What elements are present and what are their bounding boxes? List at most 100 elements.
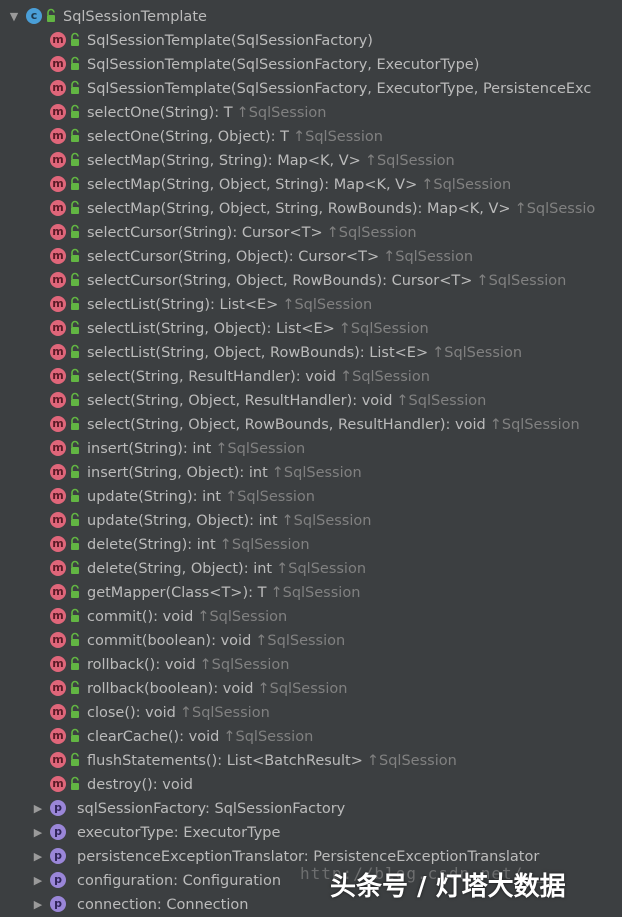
tree-item-method[interactable]: m selectMap(String, Object, String): Map<…	[0, 173, 622, 197]
inherited-from: ↑SqlSession	[281, 513, 372, 529]
public-lock-icon	[69, 704, 81, 720]
property-signature: configuration: Configuration	[77, 873, 282, 889]
tree-item-method[interactable]: m selectOne(String, Object): T ↑SqlSession	[0, 125, 622, 149]
expand-arrow-icon[interactable]: ▶	[30, 869, 46, 893]
tree-item-method[interactable]: m selectCursor(String): Cursor<T> ↑SqlSess…	[0, 221, 622, 245]
inherited-from: ↑SqlSession	[293, 129, 383, 145]
tree-item-method[interactable]: m select(String, Object, ResultHandler): …	[0, 389, 622, 413]
method-signature: update(String, Object): int	[87, 513, 278, 529]
public-lock-icon	[69, 368, 81, 384]
tree-item-method[interactable]: m update(String): int ↑SqlSession	[0, 485, 622, 509]
tree-item-method[interactable]: m selectCursor(String, Object): Cursor<T>…	[0, 245, 622, 269]
tree-item-method[interactable]: m rollback(): void ↑SqlSession	[0, 653, 622, 677]
method-signature: selectList(String): List<E>	[87, 297, 279, 313]
property-signature: sqlSessionFactory: SqlSessionFactory	[77, 801, 346, 817]
expand-arrow-icon[interactable]: ▶	[30, 821, 46, 845]
method-signature: getMapper(Class<T>): T	[87, 585, 267, 601]
tree-item-property[interactable]: ▶ p sqlSessionFactory: SqlSessionFactory	[0, 797, 622, 821]
structure-tree: ▼ c SqlSessionTemplate m SqlSessionTemplate…	[0, 5, 622, 917]
inherited-from: ↑SqlSession	[338, 321, 429, 337]
tree-item-method[interactable]: m delete(String): int ↑SqlSession	[0, 533, 622, 557]
method-icon: m	[50, 584, 66, 600]
tree-item-method[interactable]: m selectList(String): List<E> ↑SqlSession	[0, 293, 622, 317]
method-signature: SqlSessionTemplate(SqlSessionFactory)	[87, 33, 373, 49]
tree-item-method[interactable]: m close(): void ↑SqlSession	[0, 701, 622, 725]
tree-root-class[interactable]: ▼ c SqlSessionTemplate	[0, 5, 622, 29]
property-icon: p	[50, 896, 66, 912]
tree-item-method[interactable]: m rollback(boolean): void ↑SqlSession	[0, 677, 622, 701]
method-icon: m	[50, 392, 66, 408]
method-signature: selectOne(String): T	[87, 105, 233, 121]
tree-item-method[interactable]: m selectList(String, Object): List<E> ↑Sql…	[0, 317, 622, 341]
property-signature: executorType: ExecutorType	[77, 825, 281, 841]
method-icon: m	[50, 416, 66, 432]
brand-watermark: 头条号 / 灯塔大数据	[330, 872, 566, 902]
tree-item-method[interactable]: m SqlSessionTemplate(SqlSessionFactory, E…	[0, 77, 622, 101]
tree-item-method[interactable]: m commit(boolean): void ↑SqlSession	[0, 629, 622, 653]
public-lock-icon	[69, 32, 81, 48]
tree-item-method[interactable]: m insert(String): int ↑SqlSession	[0, 437, 622, 461]
inherited-from: ↑SqlSession	[215, 441, 306, 457]
inherited-from: ↑SqlSession	[339, 369, 430, 385]
public-lock-icon	[69, 752, 81, 768]
tree-item-method[interactable]: m delete(String, Object): int ↑SqlSession	[0, 557, 622, 581]
inherited-from: ↑SqlSession	[225, 489, 315, 505]
tree-item-method[interactable]: m SqlSessionTemplate(SqlSessionFactory, E…	[0, 53, 622, 77]
tree-item-method[interactable]: m flushStatements(): List<BatchResult> ↑Sq…	[0, 749, 622, 773]
expand-arrow-icon[interactable]: ▶	[30, 797, 46, 821]
tree-item-method[interactable]: m selectList(String, Object, RowBounds): …	[0, 341, 622, 365]
method-icon: m	[50, 728, 66, 744]
method-icon: m	[50, 464, 66, 480]
method-icon: m	[50, 560, 66, 576]
tree-item-method[interactable]: m insert(String, Object): int ↑SqlSession	[0, 461, 622, 485]
property-icon: p	[50, 872, 66, 888]
expand-arrow-icon[interactable]: ▼	[6, 5, 22, 29]
public-lock-icon	[69, 320, 81, 336]
inherited-from: ↑SqlSession	[270, 585, 361, 601]
property-signature: connection: Connection	[77, 897, 249, 913]
expand-arrow-icon[interactable]: ▶	[30, 893, 46, 917]
tree-item-method[interactable]: m getMapper(Class<T>): T ↑SqlSession	[0, 581, 622, 605]
method-icon: m	[50, 272, 66, 288]
inherited-from: ↑SqlSession	[282, 297, 373, 313]
tree-item-method[interactable]: m selectCursor(String, Object, RowBounds)…	[0, 269, 622, 293]
tree-item-method[interactable]: m selectOne(String): T ↑SqlSession	[0, 101, 622, 125]
method-signature: clearCache(): void	[87, 729, 220, 745]
public-lock-icon	[69, 416, 81, 432]
tree-item-method[interactable]: m select(String, Object, RowBounds, Resul…	[0, 413, 622, 437]
public-lock-icon	[69, 224, 81, 240]
method-signature: flushStatements(): List<BatchResult>	[87, 753, 363, 769]
property-signature: persistenceExceptionTranslator: Persiste…	[77, 849, 540, 865]
tree-item-method[interactable]: m selectMap(String, Object, String, RowBo…	[0, 197, 622, 221]
method-signature: selectMap(String, String): Map<K, V>	[87, 153, 361, 169]
method-icon: m	[50, 536, 66, 552]
public-lock-icon	[69, 80, 81, 96]
tree-item-method[interactable]: m SqlSessionTemplate(SqlSessionFactory)	[0, 29, 622, 53]
method-icon: m	[50, 680, 66, 696]
public-lock-icon	[69, 536, 81, 552]
public-lock-icon	[69, 560, 81, 576]
method-icon: m	[50, 224, 66, 240]
expand-arrow-icon[interactable]: ▶	[30, 845, 46, 869]
public-lock-icon	[69, 608, 81, 624]
tree-item-method[interactable]: m commit(): void ↑SqlSession	[0, 605, 622, 629]
method-signature: selectMap(String, Object, String): Map<K…	[87, 177, 418, 193]
public-lock-icon	[69, 152, 81, 168]
inherited-from: ↑SqlSession	[432, 345, 523, 361]
tree-item-method[interactable]: m selectMap(String, String): Map<K, V> ↑Sq…	[0, 149, 622, 173]
public-lock-icon	[69, 488, 81, 504]
inherited-from: ↑SqlSession	[476, 273, 567, 289]
method-icon: m	[50, 704, 66, 720]
method-signature: rollback(): void	[87, 657, 196, 673]
tree-item-property[interactable]: ▶ p executorType: ExecutorType	[0, 821, 622, 845]
public-lock-icon	[69, 392, 81, 408]
tree-item-method[interactable]: m select(String, ResultHandler): void ↑Sql…	[0, 365, 622, 389]
method-signature: destroy(): void	[87, 777, 193, 793]
method-signature: commit(boolean): void	[87, 633, 252, 649]
tree-item-method[interactable]: m update(String, Object): int ↑SqlSession	[0, 509, 622, 533]
tree-item-method[interactable]: m destroy(): void	[0, 773, 622, 797]
inherited-from: ↑SqlSession	[366, 753, 457, 769]
public-lock-icon	[69, 248, 81, 264]
tree-item-method[interactable]: m clearCache(): void ↑SqlSession	[0, 725, 622, 749]
public-lock-icon	[69, 680, 81, 696]
